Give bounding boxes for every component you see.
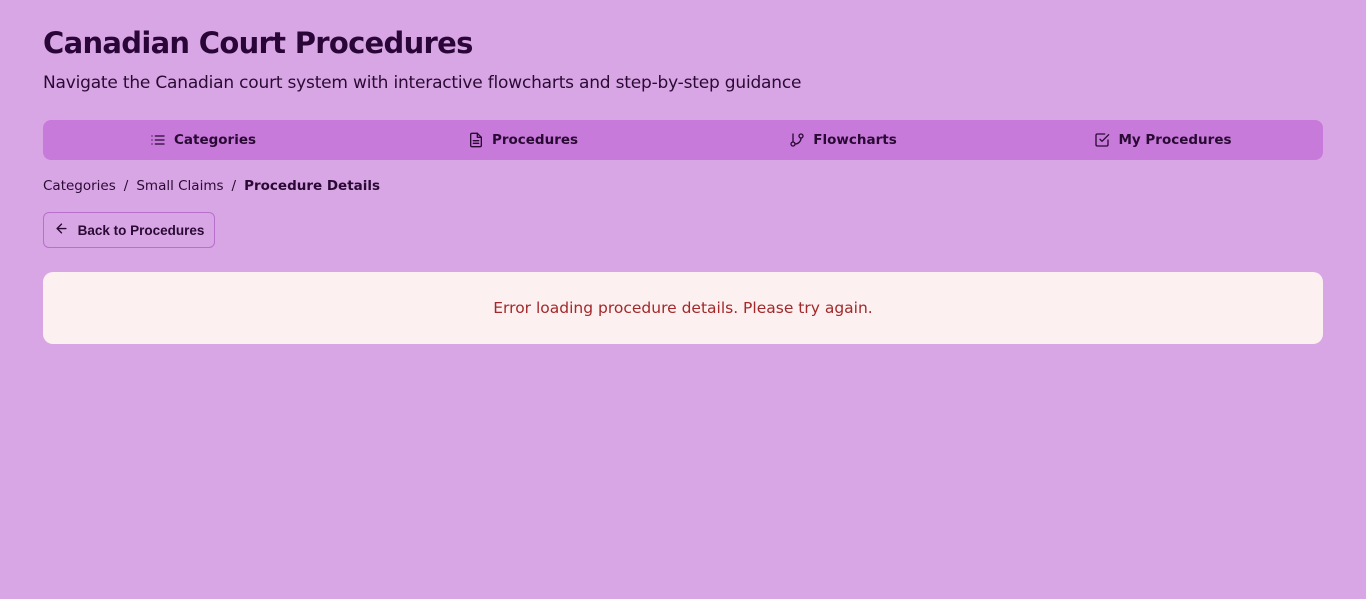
breadcrumb-separator: / <box>231 178 237 194</box>
error-message: Error loading procedure details. Please … <box>493 299 873 317</box>
page-title: Canadian Court Procedures <box>43 26 473 60</box>
page-subtitle: Navigate the Canadian court system with … <box>43 73 802 93</box>
tab-label: Procedures <box>491 132 579 148</box>
arrow-left-icon <box>54 221 69 239</box>
breadcrumb-categories[interactable]: Categories <box>43 177 116 195</box>
checkbox-icon <box>1094 132 1110 148</box>
tab-my-procedures[interactable]: My Procedures <box>1003 120 1323 160</box>
breadcrumb-separator: / <box>123 178 129 194</box>
main-nav: Categories Procedures Flowcharts My Proc… <box>43 120 1323 160</box>
document-icon <box>468 132 484 148</box>
tab-label: Flowcharts <box>813 132 897 148</box>
tab-categories[interactable]: Categories <box>43 120 363 160</box>
back-button-label: Back to Procedures <box>77 222 205 238</box>
breadcrumb-small-claims[interactable]: Small Claims <box>136 177 223 195</box>
page: Canadian Court Procedures Navigate the C… <box>0 0 1366 599</box>
list-icon <box>150 132 166 148</box>
tab-label: Categories <box>173 132 257 148</box>
tab-label: My Procedures <box>1118 132 1232 148</box>
breadcrumb-current: Procedure Details <box>244 178 381 194</box>
tab-procedures[interactable]: Procedures <box>363 120 683 160</box>
breadcrumb: Categories / Small Claims / Procedure De… <box>43 177 380 195</box>
back-to-procedures-button[interactable]: Back to Procedures <box>43 212 215 248</box>
git-branch-icon <box>789 132 805 148</box>
error-card: Error loading procedure details. Please … <box>43 272 1323 344</box>
tab-flowcharts[interactable]: Flowcharts <box>683 120 1003 160</box>
